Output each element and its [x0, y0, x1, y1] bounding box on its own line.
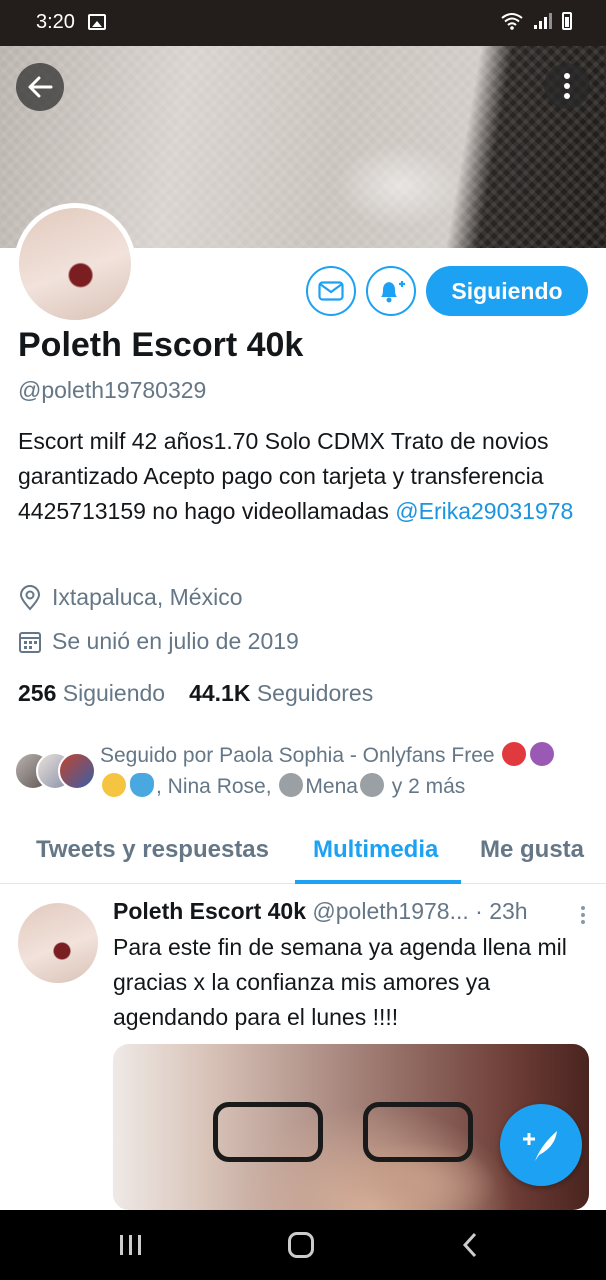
glasses-shape: [213, 1102, 323, 1162]
alien-icon: [279, 773, 304, 797]
bell-plus-icon: [381, 281, 405, 303]
sweat-droplets-icon: [130, 773, 154, 797]
status-bar: 3:20: [0, 0, 606, 46]
kebab-menu-icon: [581, 906, 585, 924]
smirk-face-icon: [102, 773, 126, 797]
following-button[interactable]: Siguiendo: [426, 266, 588, 316]
system-back-button[interactable]: [462, 1232, 478, 1263]
notifications-button[interactable]: [366, 266, 416, 316]
following-link[interactable]: 256 Siguiendo: [18, 680, 165, 707]
back-button[interactable]: [16, 63, 64, 111]
image-notification-icon: [88, 14, 106, 30]
glasses-shape: [363, 1102, 473, 1162]
profile-tabs: Tweets y respuestas Multimedia Me gusta: [0, 822, 606, 884]
joined-text: Se unió en julio de 2019: [52, 628, 299, 654]
tweet-author-name: Poleth Escort 40k: [113, 898, 307, 924]
tweet-text: Para este fin de semana ya agenda llena …: [113, 934, 567, 1030]
status-time: 3:20: [36, 11, 75, 33]
envelope-icon: [318, 281, 344, 301]
feather-plus-icon: [523, 1131, 557, 1161]
system-nav-bar: [0, 1210, 606, 1280]
following-label: Siguiendo: [62, 680, 166, 706]
tab-likes[interactable]: Me gusta: [480, 836, 584, 864]
profile-bio: Escort milf 42 años1.70 Solo CDMX Trato …: [18, 424, 578, 529]
followers-label: Seguidores: [256, 680, 374, 706]
followed-by-line2b: Mena: [305, 775, 358, 798]
signal-icon: [534, 13, 552, 29]
alien-icon: [359, 773, 384, 797]
followed-by-line2c: y 2 más: [385, 775, 466, 798]
recent-apps-button[interactable]: [120, 1235, 141, 1255]
profile-display-name: Poleth Escort 40k: [18, 326, 304, 364]
message-button[interactable]: [306, 266, 356, 316]
followers-count: 44.1K: [189, 680, 251, 706]
calendar-icon: [19, 631, 41, 653]
profile-avatar[interactable]: [14, 203, 136, 325]
wifi-icon: [501, 13, 523, 30]
tab-tweets-replies[interactable]: Tweets y respuestas: [36, 836, 269, 864]
joined-row: Se unió en julio de 2019: [18, 628, 299, 655]
tweet-author-handle: @poleth1978...: [312, 898, 469, 924]
status-icons: [500, 12, 572, 30]
tab-media[interactable]: Multimedia: [313, 836, 438, 864]
tweet-time: · 23h: [475, 898, 528, 924]
chevron-left-icon: [462, 1232, 477, 1258]
tweet-options-button[interactable]: [580, 906, 586, 929]
following-count: 256: [18, 680, 57, 706]
battery-icon: [562, 12, 572, 30]
location-pin-icon: [19, 584, 41, 610]
compose-tweet-button[interactable]: [500, 1104, 582, 1186]
angry-face-icon: [502, 742, 527, 766]
followers-link[interactable]: 44.1K Seguidores: [189, 680, 373, 707]
tweet-header: Poleth Escort 40k @poleth1978... · 23h: [113, 898, 593, 925]
tweet-avatar[interactable]: [18, 903, 98, 983]
follow-counts: 256 Siguiendo 44.1K Seguidores: [18, 680, 373, 707]
followed-by-text: Seguido por Paola Sophia - Onlyfans Free…: [100, 740, 590, 802]
mutual-avatars: [14, 752, 98, 792]
location-row: Ixtapaluca, México: [18, 584, 242, 611]
bio-mention-link[interactable]: @Erika29031978: [395, 498, 573, 524]
mutual-avatar: [58, 752, 96, 790]
active-tab-indicator: [295, 880, 461, 884]
kebab-menu-icon: [564, 73, 570, 99]
followed-by-line2a: , Nina Rose,: [156, 775, 272, 798]
more-options-button[interactable]: [544, 63, 590, 109]
location-text: Ixtapaluca, México: [52, 584, 243, 610]
followed-by-line1: Seguido por Paola Sophia - Onlyfans Free: [100, 744, 495, 767]
smiling-devil-icon: [530, 742, 555, 766]
home-button[interactable]: [288, 1232, 314, 1258]
arrow-left-icon: [28, 76, 53, 98]
profile-handle: @poleth19780329: [18, 377, 207, 403]
